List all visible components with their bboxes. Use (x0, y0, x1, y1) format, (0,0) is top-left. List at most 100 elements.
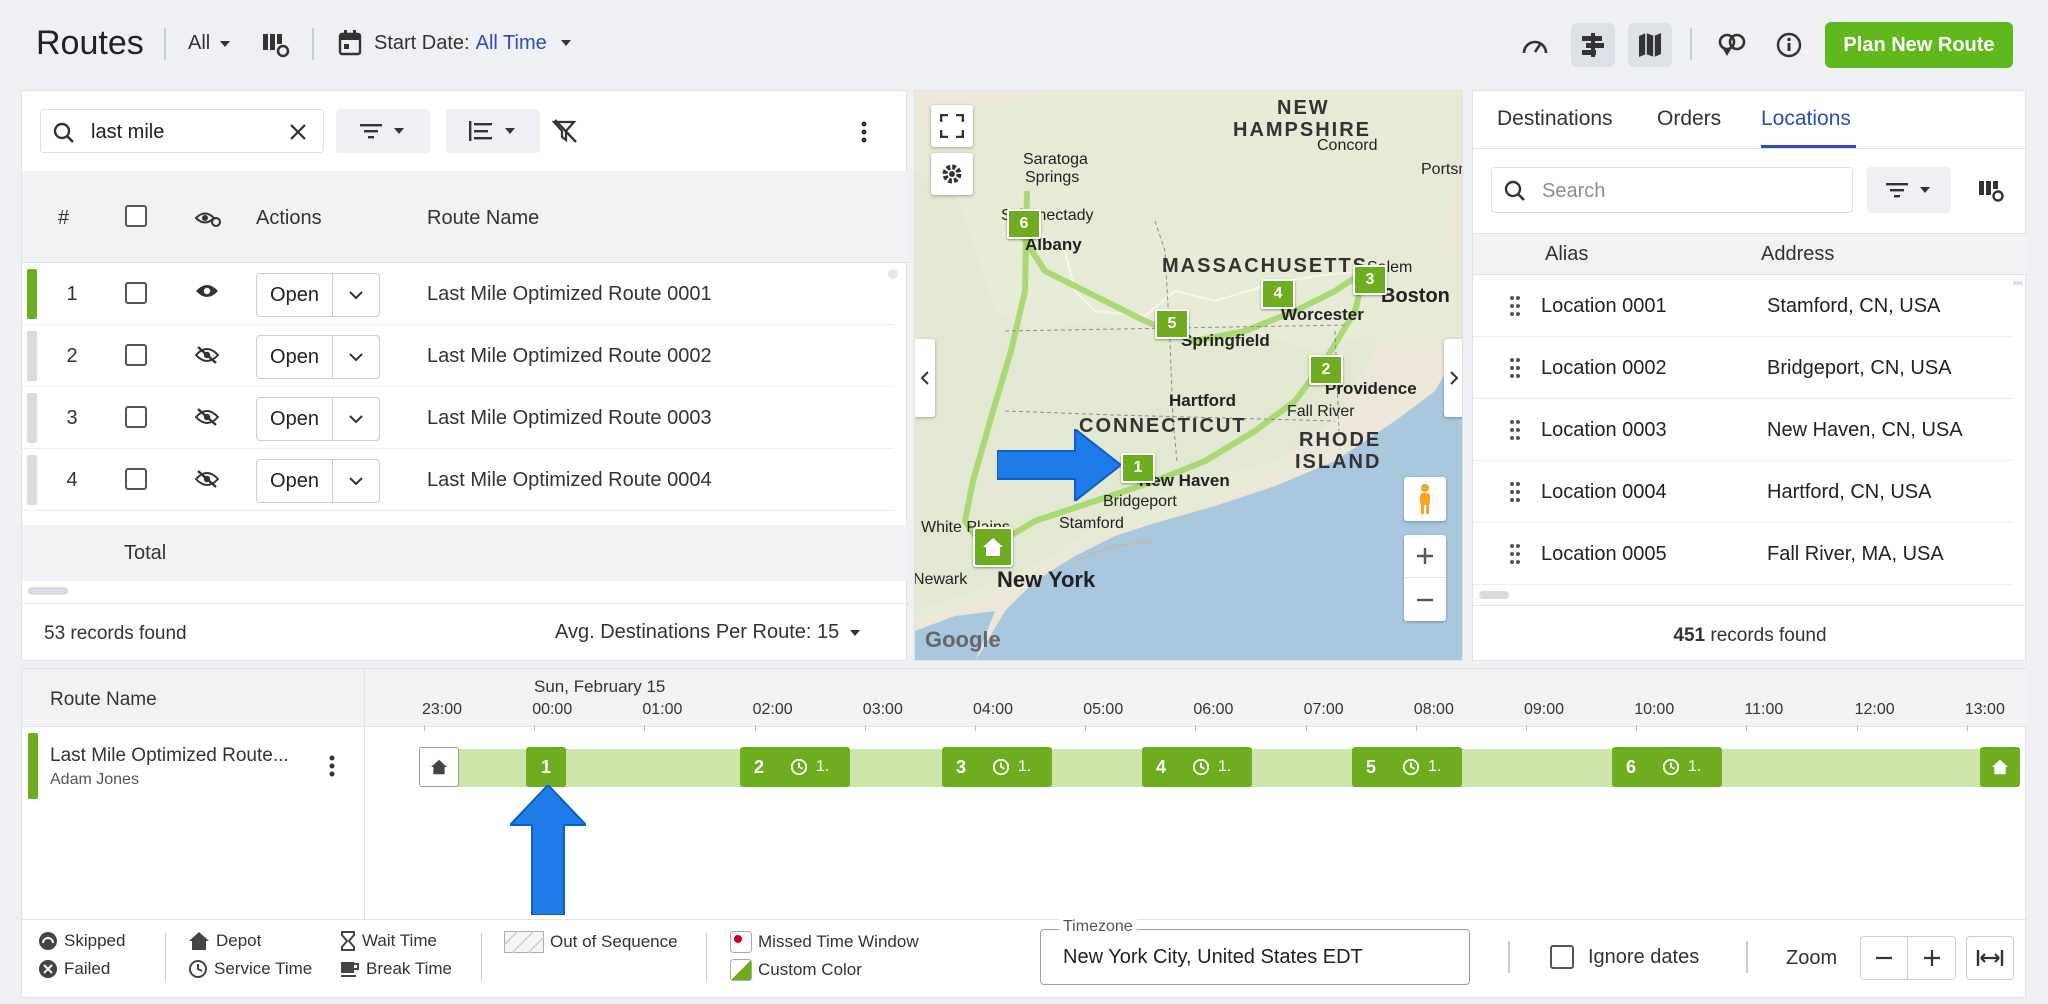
tab-destinations[interactable]: Destinations (1497, 107, 1613, 131)
select-all-checkbox[interactable] (125, 205, 147, 227)
list-item[interactable]: Location 0001 Stamford, CN, USA (1473, 275, 2013, 337)
timeline-stop[interactable]: 4 1. (1142, 747, 1252, 787)
location-search-input[interactable]: Search (1491, 167, 1853, 213)
territories-icon[interactable] (1710, 23, 1754, 67)
map-stop-marker[interactable]: 3 (1353, 265, 1387, 295)
map-stop-marker[interactable]: 1 (1121, 453, 1155, 483)
map-settings-button[interactable] (931, 153, 973, 195)
list-item[interactable]: Location 0003 New Haven, CN, USA (1473, 399, 2013, 461)
depot-marker[interactable] (973, 527, 1013, 567)
timeline-hour-label: 00:00 (532, 701, 573, 718)
column-settings-icon[interactable] (262, 32, 290, 58)
drag-handle-icon[interactable] (1509, 543, 1521, 565)
open-route-menu-button[interactable] (333, 336, 379, 378)
timeline-zoom-out-button[interactable] (1861, 937, 1908, 979)
map-zoom-out-button[interactable] (1404, 578, 1446, 621)
split-view-icon[interactable] (1571, 23, 1615, 67)
timeline-stop[interactable]: 1 (526, 747, 566, 787)
drag-handle-icon[interactable] (1509, 419, 1521, 441)
drag-handle-icon[interactable] (1509, 481, 1521, 503)
eye-off-icon[interactable] (195, 469, 219, 489)
depot-start[interactable] (419, 747, 459, 787)
vertical-scrollbar[interactable] (2013, 281, 2023, 285)
timeline-stop[interactable]: 6 1. (1612, 747, 1722, 787)
info-icon[interactable] (1767, 23, 1811, 67)
list-item[interactable]: Location 0004 Hartford, CN, USA (1473, 461, 2013, 523)
collapse-left-button[interactable] (915, 339, 935, 417)
service-time-value: 1. (1428, 758, 1442, 775)
timeline-hour-tick (1856, 725, 1858, 731)
open-route-menu-button[interactable] (333, 460, 379, 502)
clear-icon[interactable] (289, 123, 307, 141)
caret-down-icon (220, 40, 231, 47)
more-vertical-icon[interactable] (328, 755, 336, 777)
drag-handle-icon[interactable] (1509, 295, 1521, 317)
map-stop-marker[interactable]: 2 (1309, 355, 1343, 385)
avg-destinations-dropdown[interactable]: Avg. Destinations Per Route: 15 (555, 621, 861, 644)
map-city-label: New York (997, 567, 1096, 592)
timezone-select[interactable]: Timezone New York City, United States ED… (1040, 918, 1470, 985)
map-zoom-in-button[interactable] (1404, 535, 1446, 578)
timeline-stop[interactable]: 5 1. (1352, 747, 1462, 787)
table-row-partial[interactable] (22, 511, 894, 525)
tab-locations[interactable]: Locations (1761, 107, 1851, 131)
more-vertical-icon[interactable] (860, 121, 868, 143)
clock-icon (189, 960, 207, 978)
filter-button[interactable] (336, 109, 430, 153)
group-by-button[interactable] (446, 109, 540, 153)
open-route-button[interactable]: Open (257, 460, 333, 502)
drag-handle-icon[interactable] (1509, 357, 1521, 379)
list-item[interactable]: Location 0005 Fall River, MA, USA (1473, 523, 2013, 585)
eye-off-icon[interactable] (195, 345, 219, 365)
map-stop-marker[interactable]: 4 (1261, 279, 1295, 309)
route-search-input[interactable]: last mile (40, 109, 324, 153)
fullscreen-button[interactable] (931, 105, 973, 147)
timeline-route-name[interactable]: Last Mile Optimized Route... (50, 745, 289, 767)
clear-filter-icon[interactable] (552, 119, 578, 143)
street-view-button[interactable] (1404, 477, 1446, 521)
speedometer-icon[interactable] (1513, 23, 1557, 67)
table-row[interactable]: 2 Open Last Mile Optimized Route 0002 (22, 325, 894, 387)
horizontal-scrollbar[interactable] (1479, 591, 1509, 599)
ignore-dates-checkbox[interactable] (1550, 945, 1574, 969)
start-date-dropdown[interactable]: Start Date: All Time (338, 30, 573, 56)
tab-orders[interactable]: Orders (1657, 107, 1721, 131)
timeline-stop[interactable]: 3 1. (942, 747, 1052, 787)
open-route-menu-button[interactable] (333, 398, 379, 440)
table-row[interactable]: 3 Open Last Mile Optimized Route 0003 (22, 387, 894, 449)
timeline-stop[interactable]: 2 1. (740, 747, 850, 787)
timeline-zoom-in-button[interactable] (1908, 937, 1955, 979)
map-view-icon[interactable] (1628, 23, 1672, 67)
row-checkbox[interactable] (125, 344, 147, 366)
divider (22, 919, 2027, 920)
row-checkbox[interactable] (125, 282, 147, 304)
visibility-settings-icon[interactable] (195, 209, 221, 227)
eye-off-icon[interactable] (195, 407, 219, 427)
vertical-scrollbar[interactable] (888, 269, 898, 279)
filter-dropdown[interactable]: All (188, 32, 232, 55)
failed-icon (39, 960, 57, 978)
list-item[interactable]: Location 0002 Bridgeport, CN, USA (1473, 337, 2013, 399)
depot-end[interactable] (1980, 747, 2020, 787)
ignore-dates-toggle[interactable]: Ignore dates (1550, 945, 1699, 969)
map-stop-marker[interactable]: 6 (1007, 209, 1041, 239)
collapse-right-button[interactable] (1444, 339, 1462, 417)
eye-icon[interactable] (195, 283, 219, 299)
plan-new-route-button[interactable]: Plan New Route (1825, 22, 2013, 68)
open-route-button[interactable]: Open (257, 274, 333, 316)
route-number: 2 (66, 345, 78, 367)
route-map[interactable]: NEW HAMPSHIRE MASSACHUSETTS CONNECTICUT … (914, 90, 1463, 661)
row-checkbox[interactable] (125, 468, 147, 490)
table-row[interactable]: 4 Open Last Mile Optimized Route 0004 (22, 449, 894, 511)
horizontal-scrollbar[interactable] (28, 587, 68, 595)
location-filter-button[interactable] (1867, 167, 1951, 213)
column-settings-icon[interactable] (1978, 179, 2004, 203)
timeline-stop-number: 6 (1626, 756, 1637, 777)
open-route-button[interactable]: Open (257, 398, 333, 440)
fit-to-width-button[interactable] (1966, 936, 2014, 980)
table-row[interactable]: 1 Open Last Mile Optimized Route 0001 (22, 263, 894, 325)
row-checkbox[interactable] (125, 406, 147, 428)
open-route-menu-button[interactable] (333, 274, 379, 316)
open-route-button[interactable]: Open (257, 336, 333, 378)
map-stop-marker[interactable]: 5 (1155, 309, 1189, 339)
